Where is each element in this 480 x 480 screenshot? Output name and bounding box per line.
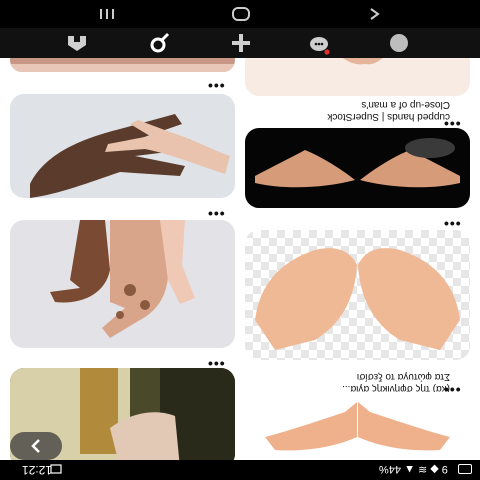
tab-search[interactable] — [144, 30, 174, 56]
pin-caption[interactable]: (κα) της σφηνικής αγία... Στα φώτυγα το … — [250, 370, 450, 394]
pin-image[interactable] — [245, 128, 470, 208]
avatar-icon — [390, 34, 408, 52]
pin-image[interactable] — [10, 94, 235, 198]
tab-messages[interactable] — [304, 30, 334, 56]
pin-image[interactable] — [245, 392, 470, 460]
tab-create[interactable] — [226, 30, 256, 56]
tab-profile[interactable] — [384, 30, 414, 56]
search-icon — [150, 32, 170, 53]
status-bar: 12:21 9 ◆ ≋ ▲ 44% — [0, 460, 480, 480]
system-nav-bar — [0, 0, 480, 28]
home-nav-icon[interactable] — [226, 4, 256, 24]
pin-feed: ••• ••• ••• cupped hands | SuperStock Cl… — [0, 58, 480, 460]
chevron-left-icon — [31, 439, 40, 453]
pin-more-button[interactable]: ••• — [208, 78, 226, 92]
tab-bar — [0, 28, 480, 58]
pin-image[interactable] — [245, 230, 470, 360]
pin-more-button[interactable]: ••• — [208, 356, 226, 370]
home-icon — [68, 36, 86, 51]
battery-icon — [458, 464, 472, 474]
pin-image[interactable] — [10, 220, 235, 348]
tab-home[interactable] — [62, 30, 92, 56]
gallery-icon — [50, 464, 62, 474]
chat-icon — [310, 37, 330, 55]
plus-icon — [232, 34, 250, 52]
back-button[interactable] — [10, 432, 62, 460]
pin-image[interactable] — [10, 58, 235, 72]
pin-caption[interactable]: cupped hands | SuperStock Close-up of a … — [250, 98, 450, 122]
pin-image[interactable] — [245, 58, 470, 96]
status-indicators: 9 ◆ ≋ ▲ 44% — [379, 463, 448, 475]
back-nav-icon[interactable] — [360, 4, 390, 24]
pin-more-button[interactable]: ••• — [444, 116, 462, 130]
recent-apps-icon[interactable] — [92, 4, 122, 24]
notification-badge — [324, 49, 330, 55]
status-time: 12:21 — [22, 463, 53, 477]
pin-more-button[interactable]: ••• — [208, 206, 226, 220]
pin-more-button[interactable]: ••• — [444, 216, 462, 230]
